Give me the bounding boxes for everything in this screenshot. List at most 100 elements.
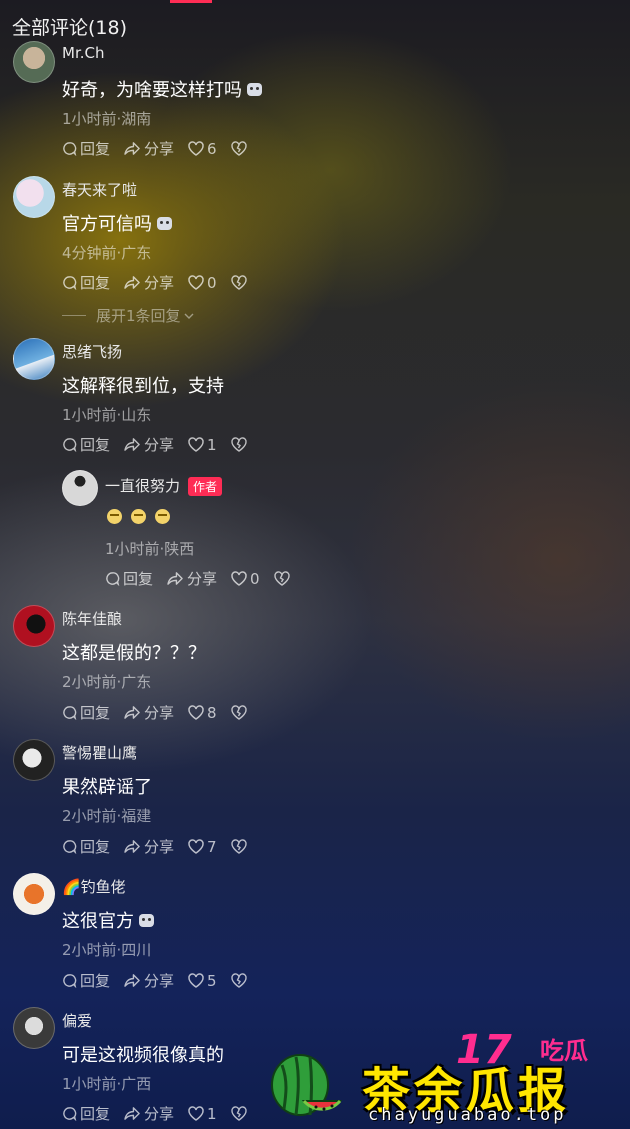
reply-button[interactable]: 回复: [62, 836, 110, 857]
share-label: 分享: [144, 1105, 175, 1123]
comment-meta: 2小时前·四川: [62, 941, 152, 959]
comment-text-body: 官方可信吗: [62, 214, 152, 235]
heart-icon: [188, 141, 204, 156]
avatar[interactable]: [13, 338, 55, 380]
share-button[interactable]: 分享: [124, 702, 174, 723]
avatar[interactable]: [13, 1007, 55, 1049]
reply-button[interactable]: 回复: [105, 568, 153, 589]
like-count: 1: [207, 1104, 217, 1123]
heart-icon: [188, 973, 204, 988]
smiley-emoji-icon: [155, 509, 170, 524]
reply-actions: 回复 分享 0: [105, 568, 307, 589]
reply-username[interactable]: 一直很努力 作者: [105, 475, 223, 496]
dislike-button[interactable]: [273, 571, 293, 586]
dislike-button[interactable]: [230, 973, 250, 988]
share-button[interactable]: 分享: [124, 970, 174, 991]
avatar[interactable]: [13, 41, 55, 83]
broken-heart-icon: [230, 141, 247, 156]
share-label: 分享: [144, 436, 175, 454]
avatar[interactable]: [62, 470, 98, 506]
comment-username[interactable]: 陈年佳酿: [62, 608, 122, 629]
like-button[interactable]: 0: [231, 570, 260, 588]
expand-replies-label: 展开1条回复: [96, 307, 181, 325]
comment-actions: 回复 分享 6: [62, 138, 264, 159]
comment-text: 果然辟谣了: [62, 777, 152, 798]
reply-icon: [63, 840, 77, 854]
share-icon: [124, 974, 140, 987]
comment-text: 这很官方: [62, 907, 154, 933]
heart-icon: [188, 705, 204, 720]
comment-meta: 1小时前·广西: [62, 1075, 152, 1093]
heart-icon: [188, 839, 204, 854]
avatar[interactable]: [13, 873, 55, 915]
comment-username[interactable]: 思绪飞扬: [62, 341, 122, 362]
share-button[interactable]: 分享: [124, 138, 174, 159]
share-button[interactable]: 分享: [124, 272, 174, 293]
like-button[interactable]: 8: [188, 704, 217, 722]
smiley-emoji-icon: [131, 509, 146, 524]
avatar[interactable]: [13, 605, 55, 647]
share-label: 分享: [144, 274, 175, 292]
reply-button[interactable]: 回复: [62, 702, 110, 723]
watermark-top-label: 吃瓜: [540, 1037, 588, 1065]
reply-button[interactable]: 回复: [62, 138, 110, 159]
dislike-button[interactable]: [230, 437, 250, 452]
comment-actions: 回复 分享 5: [62, 970, 264, 991]
reply-button[interactable]: 回复: [62, 970, 110, 991]
like-button[interactable]: 5: [188, 972, 217, 990]
dislike-button[interactable]: [230, 705, 250, 720]
comment-username[interactable]: 偏爱: [62, 1010, 92, 1031]
like-count: 1: [207, 435, 217, 454]
watermark-url: chayuguabao.top: [368, 1105, 567, 1125]
reply-icon: [63, 276, 77, 290]
comment-username[interactable]: Mr.Ch: [62, 44, 104, 62]
reply-label: 回复: [123, 570, 154, 588]
share-icon: [124, 438, 140, 451]
tab-indicator: [170, 0, 212, 3]
like-button[interactable]: 1: [188, 436, 217, 454]
dislike-button[interactable]: [230, 141, 250, 156]
author-badge: 作者: [188, 477, 223, 496]
comment-meta: 4分钟前·广东: [62, 244, 152, 262]
like-count: 7: [207, 837, 217, 856]
chevron-down-icon: [184, 313, 194, 319]
share-label: 分享: [144, 704, 175, 722]
share-button[interactable]: 分享: [124, 434, 174, 455]
comment-actions: 回复 分享 7: [62, 836, 264, 857]
reply-icon: [63, 706, 77, 720]
dislike-button[interactable]: [230, 275, 250, 290]
share-button[interactable]: 分享: [124, 1103, 174, 1124]
comment-username[interactable]: 警惕瞿山鹰: [62, 742, 137, 763]
share-icon: [124, 276, 140, 289]
reply-button[interactable]: 回复: [62, 434, 110, 455]
share-label: 分享: [187, 570, 218, 588]
avatar[interactable]: [13, 739, 55, 781]
share-button[interactable]: 分享: [124, 836, 174, 857]
like-button[interactable]: 6: [188, 140, 217, 158]
smiley-emoji-icon: [107, 509, 122, 524]
like-button[interactable]: 1: [188, 1105, 217, 1123]
reply-button[interactable]: 回复: [62, 1103, 110, 1124]
reply-meta: 1小时前·陕西: [105, 540, 195, 558]
comment-username[interactable]: 🌈钓鱼佬: [62, 876, 126, 897]
watermark-logo: 17 茶余瓜报 chayuguabao.top 吃瓜: [270, 1027, 620, 1125]
comment-text: 好奇，为啥要这样打吗: [62, 76, 262, 102]
comment-username[interactable]: 春天来了啦: [62, 179, 137, 200]
reply-button[interactable]: 回复: [62, 272, 110, 293]
reply-icon: [106, 572, 120, 586]
comment-meta: 1小时前·山东: [62, 406, 152, 424]
share-button[interactable]: 分享: [167, 568, 217, 589]
expand-replies-button[interactable]: 展开1条回复: [62, 305, 195, 326]
like-count: 5: [207, 971, 217, 990]
heart-icon: [188, 437, 204, 452]
like-button[interactable]: 0: [188, 274, 217, 292]
share-icon: [124, 840, 140, 853]
like-button[interactable]: 7: [188, 838, 217, 856]
reply-username-label: 一直很努力: [105, 477, 181, 495]
avatar[interactable]: [13, 176, 55, 218]
comment-text-body: 好奇，为啥要这样打吗: [62, 80, 242, 101]
reply-icon: [63, 1107, 77, 1121]
dislike-button[interactable]: [230, 839, 250, 854]
comment-actions: 回复 分享 1: [62, 434, 264, 455]
dislike-button[interactable]: [230, 1106, 250, 1121]
